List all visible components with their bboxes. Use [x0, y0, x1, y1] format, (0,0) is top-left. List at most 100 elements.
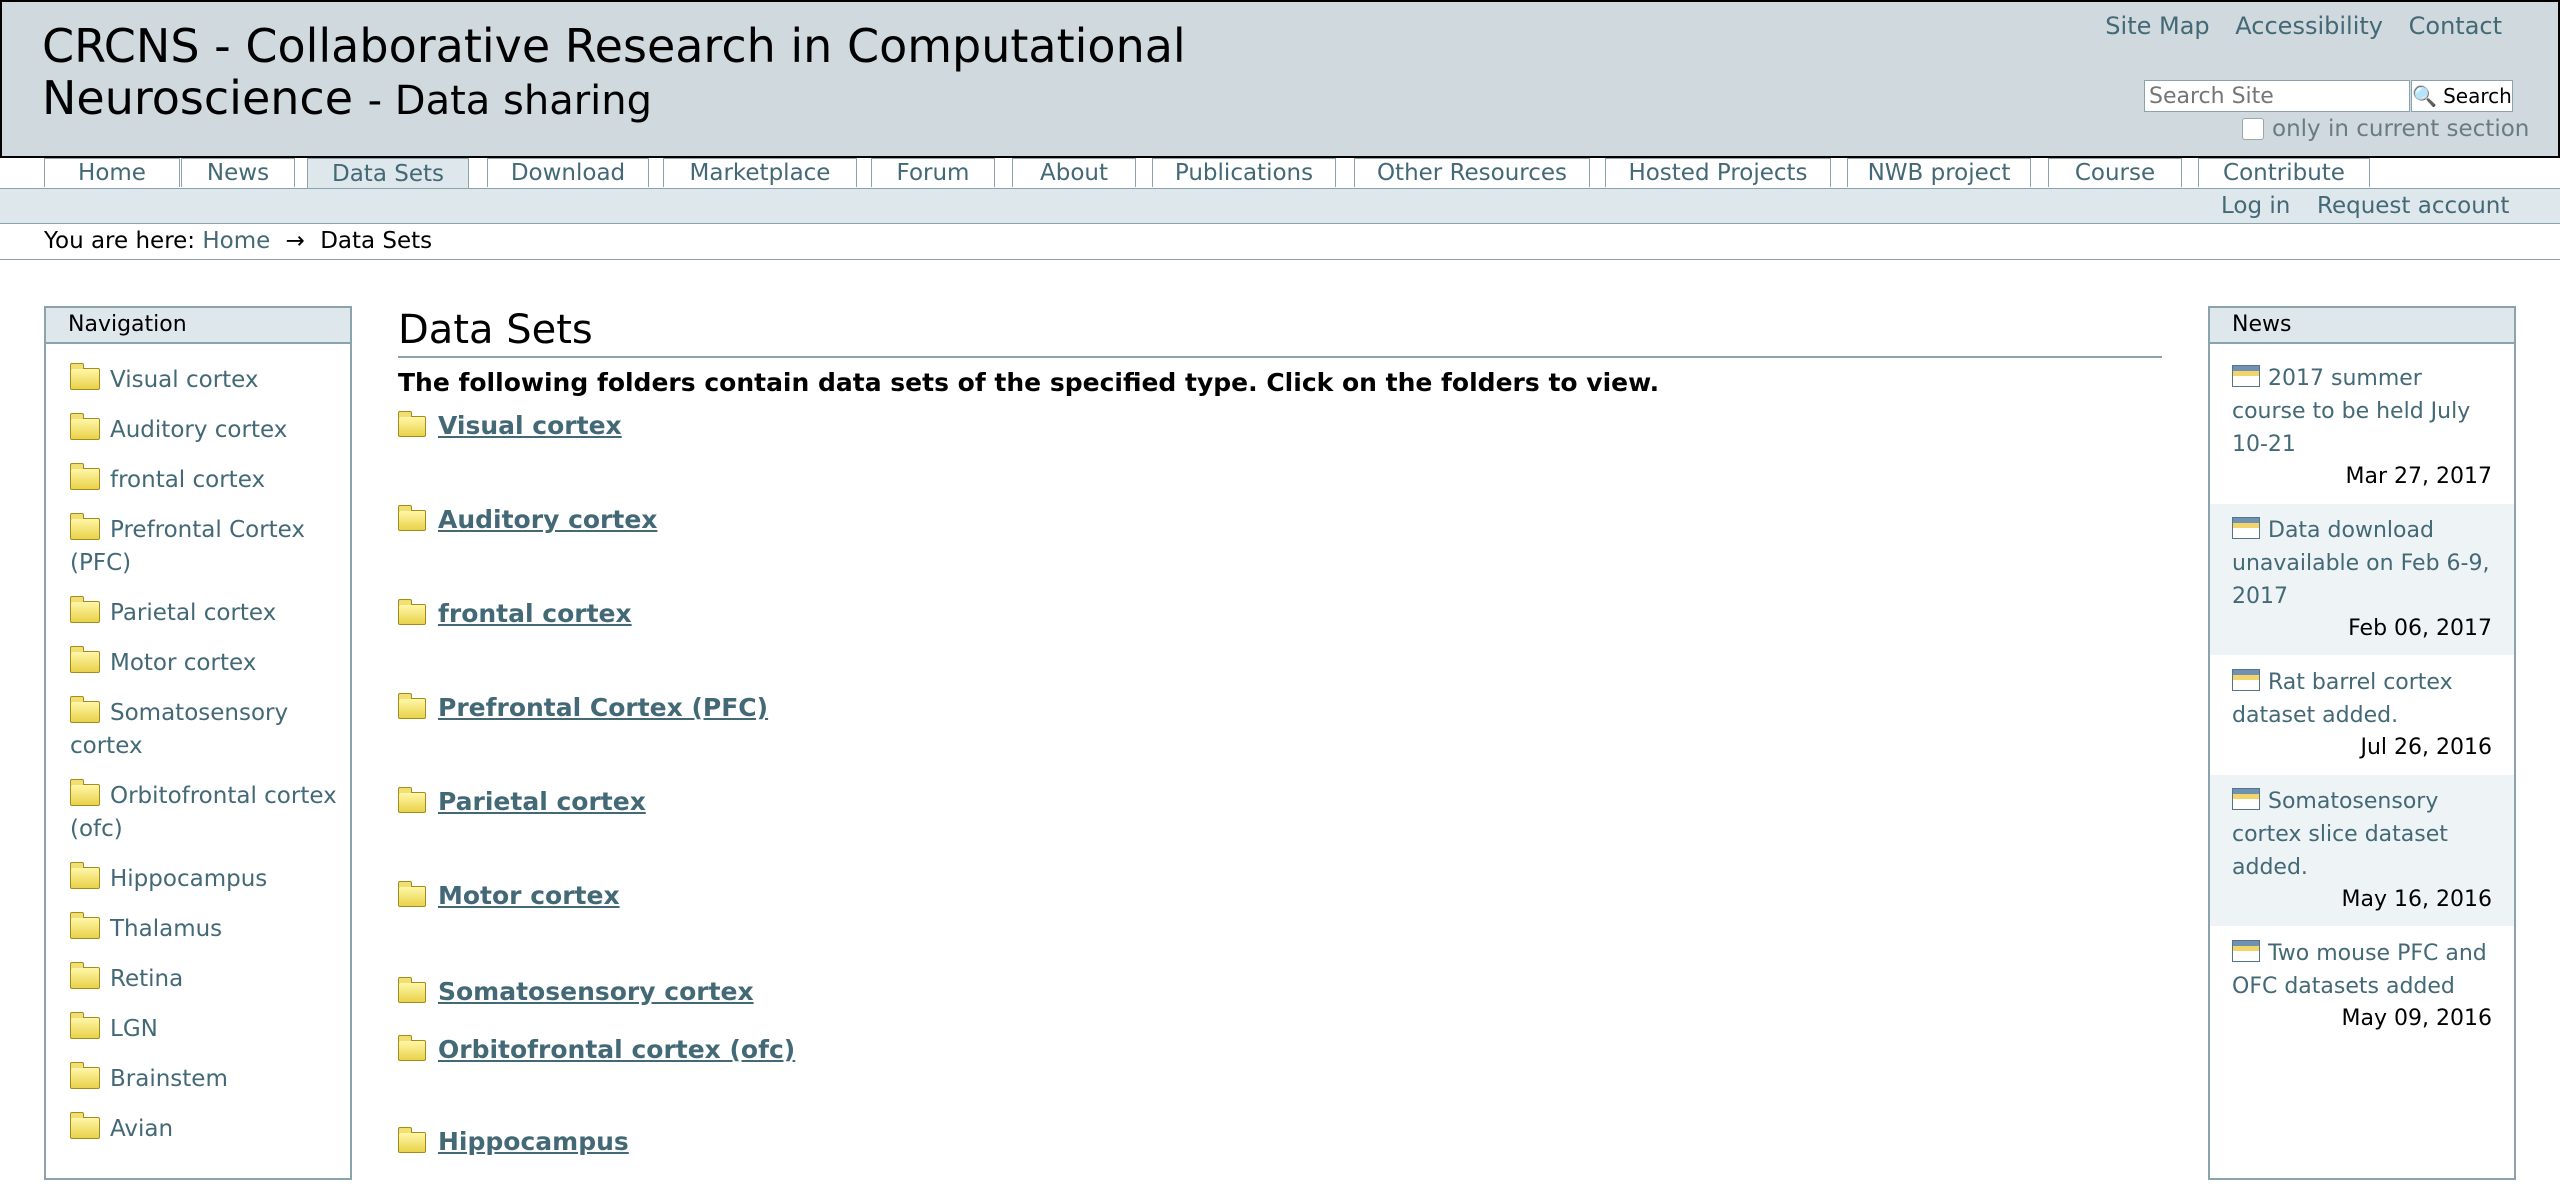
news-item[interactable]: Rat barrel cortex dataset added. Jul 26,… [2210, 656, 2514, 775]
folder-icon [70, 862, 100, 889]
folder-link-parietal-cortex[interactable]: Parietal cortex [398, 787, 646, 816]
folder-icon [70, 596, 100, 623]
tab-label: Other Resources [1376, 160, 1568, 186]
news-portlet: News 2017 summer course to be held July … [2208, 306, 2516, 1180]
folder-icon [398, 599, 426, 625]
tab-other-resources[interactable]: Other Resources [1354, 158, 1590, 187]
nav-item-thalamus[interactable]: Thalamus [70, 912, 338, 946]
tab-home[interactable]: Home [44, 158, 180, 187]
tab-label: Download [510, 160, 626, 186]
news-item[interactable]: 2017 summer course to be held July 10-21… [2210, 344, 2514, 504]
contact-link[interactable]: Contact [2409, 12, 2502, 40]
tab-download[interactable]: Download [487, 158, 649, 187]
nav-item-label: Retina [110, 966, 184, 992]
tab-hosted-projects[interactable]: Hosted Projects [1605, 158, 1831, 187]
folder-link-motor-cortex[interactable]: Motor cortex [398, 881, 620, 910]
nav-item-prefrontal-cortex[interactable]: Prefrontal Cortex (PFC) [70, 513, 338, 580]
news-item[interactable]: Data download unavailable on Feb 6-9, 20… [2210, 504, 2514, 656]
news-item[interactable]: Two mouse PFC and OFC datasets added May… [2210, 927, 2514, 1046]
current-section-checkbox[interactable] [2242, 118, 2264, 140]
tab-publications[interactable]: Publications [1152, 158, 1336, 187]
nav-item-label: Avian [110, 1116, 174, 1142]
folder-link-auditory-cortex[interactable]: Auditory cortex [398, 505, 657, 534]
nav-item-label: Prefrontal Cortex (PFC) [70, 517, 306, 576]
news-item[interactable]: Somatosensory cortex slice dataset added… [2210, 775, 2514, 927]
nav-item-hippocampus[interactable]: Hippocampus [70, 862, 338, 896]
nav-item-label: frontal cortex [110, 467, 266, 493]
site-title-sub: - Data sharing [367, 78, 652, 124]
tab-label: Home [78, 160, 146, 186]
nav-item-lgn[interactable]: LGN [70, 1012, 338, 1046]
tab-forum[interactable]: Forum [871, 158, 995, 187]
tab-data-sets[interactable]: Data Sets [307, 158, 469, 189]
tab-label: Forum [896, 160, 970, 186]
folder-link-label: Auditory cortex [438, 505, 658, 534]
folder-link-hippocampus[interactable]: Hippocampus [398, 1127, 629, 1156]
navigation-list: Visual cortex Auditory cortex frontal co… [46, 344, 350, 1146]
folder-link-label: Somatosensory cortex [438, 977, 754, 1006]
breadcrumb-home-link[interactable]: Home [202, 228, 270, 254]
login-link[interactable]: Log in [2221, 193, 2290, 219]
tab-news[interactable]: News [181, 158, 295, 187]
main-content: Data Sets The following folders contain … [398, 304, 2162, 1197]
nav-item-parietal-cortex[interactable]: Parietal cortex [70, 596, 338, 630]
folder-icon [398, 411, 426, 437]
tab-course[interactable]: Course [2048, 158, 2182, 187]
folder-icon [70, 363, 100, 390]
folder-link-frontal-cortex[interactable]: frontal cortex [398, 599, 632, 628]
folder-link-label: Motor cortex [438, 881, 620, 910]
tab-nwb-project[interactable]: NWB project [1847, 158, 2031, 187]
news-item-date: Jul 26, 2016 [2360, 735, 2492, 760]
folder-icon [70, 962, 100, 989]
request-account-link[interactable]: Request account [2317, 193, 2509, 219]
folder-icon [70, 779, 100, 806]
nav-item-somatosensory-cortex[interactable]: Somatosensory cortex [70, 696, 338, 763]
folder-link-label: Parietal cortex [438, 787, 646, 816]
folder-link-label: frontal cortex [438, 599, 632, 628]
tab-marketplace[interactable]: Marketplace [663, 158, 857, 187]
news-item-date: May 16, 2016 [2341, 887, 2492, 912]
folder-icon [70, 463, 100, 490]
news-item-title-text: Data download unavailable on Feb 6-9, 20… [2232, 518, 2490, 609]
tab-label: Course [2074, 160, 2156, 186]
news-item-title-text: 2017 summer course to be held July 10-21 [2232, 366, 2471, 457]
nav-item-auditory-cortex[interactable]: Auditory cortex [70, 413, 338, 447]
site-title[interactable]: CRCNS - Collaborative Research in Comput… [42, 20, 1202, 127]
current-section-label: only in current section [2272, 116, 2530, 142]
nav-item-visual-cortex[interactable]: Visual cortex [70, 363, 338, 397]
folder-icon [398, 693, 426, 719]
nav-item-retina[interactable]: Retina [70, 962, 338, 996]
tab-contribute[interactable]: Contribute [2198, 158, 2370, 187]
news-item-title-text: Rat barrel cortex dataset added. [2232, 670, 2453, 728]
search-button[interactable]: 🔍 Search [2411, 80, 2513, 112]
news-icon [2232, 788, 2260, 810]
folder-listing: Visual cortex Auditory cortex frontal co… [398, 397, 2162, 1197]
nav-item-avian[interactable]: Avian [70, 1112, 338, 1146]
nav-item-orbitofrontal-cortex[interactable]: Orbitofrontal cortex (ofc) [70, 779, 338, 846]
folder-link-orbitofrontal-cortex[interactable]: Orbitofrontal cortex (ofc) [398, 1035, 795, 1064]
folder-link-prefrontal-cortex[interactable]: Prefrontal Cortex (PFC) [398, 693, 768, 722]
folder-icon [398, 505, 426, 531]
site-map-link[interactable]: Site Map [2105, 12, 2209, 40]
nav-item-frontal-cortex[interactable]: frontal cortex [70, 463, 338, 497]
nav-item-label: LGN [110, 1016, 158, 1042]
tab-label: Hosted Projects [1628, 160, 1808, 186]
folder-icon [70, 1012, 100, 1039]
news-item-title: Data download unavailable on Feb 6-9, 20… [2232, 514, 2492, 613]
tab-label: About [1039, 160, 1108, 186]
breadcrumb-prefix: You are here: [44, 228, 196, 254]
navigation-header: Navigation [46, 308, 350, 344]
nav-item-label: Visual cortex [110, 367, 259, 393]
tab-label: Publications [1174, 160, 1314, 186]
nav-item-motor-cortex[interactable]: Motor cortex [70, 646, 338, 680]
tab-about[interactable]: About [1012, 158, 1136, 187]
folder-icon [70, 513, 100, 540]
folder-link-somatosensory-cortex[interactable]: Somatosensory cortex [398, 977, 754, 1006]
search-input[interactable] [2144, 80, 2410, 112]
nav-item-brainstem[interactable]: Brainstem [70, 1062, 338, 1096]
news-item-title: Somatosensory cortex slice dataset added… [2232, 785, 2492, 884]
folder-link-visual-cortex[interactable]: Visual cortex [398, 411, 622, 440]
accessibility-link[interactable]: Accessibility [2235, 12, 2383, 40]
news-item-date: Feb 06, 2017 [2348, 616, 2492, 641]
news-icon [2232, 365, 2260, 387]
